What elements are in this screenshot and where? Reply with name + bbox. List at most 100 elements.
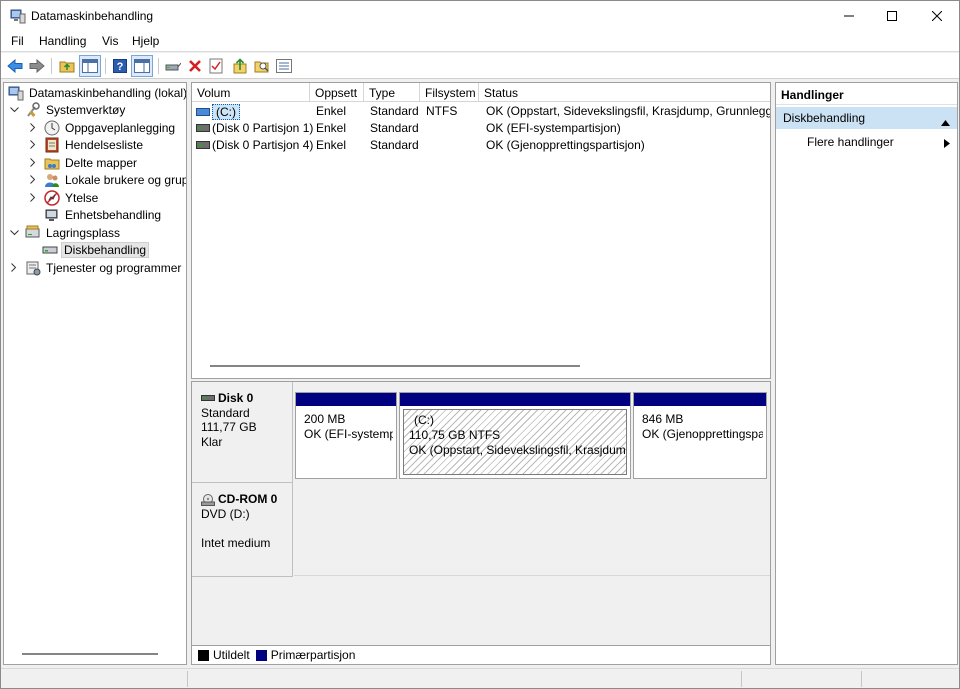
list-view-icon[interactable] (275, 57, 293, 75)
cdrom-0-media-area (294, 483, 770, 576)
disk-name: CD-ROM 0 (218, 492, 278, 506)
collapse-up-icon[interactable] (941, 115, 950, 129)
chevron-right-icon[interactable] (28, 193, 38, 203)
tree-item-system-tools[interactable]: Systemverktøy (9, 101, 127, 118)
partition-c[interactable]: (C:) 110,75 GB NTFS OK (Oppstart, Sideve… (399, 392, 631, 479)
column-header-type[interactable]: Type (364, 83, 420, 102)
tree-item-storage[interactable]: Lagringsplass (9, 224, 122, 241)
tree-item-root[interactable]: Datamaskinbehandling (lokal) (8, 84, 186, 101)
device-manager-icon (44, 207, 60, 223)
legend: Utildelt Primærpartisjon (191, 645, 771, 665)
close-button[interactable] (914, 1, 960, 31)
tree-item-task-scheduler[interactable]: Oppgaveplanlegging (28, 119, 177, 136)
volume-status: OK (Gjenopprettingspartisjon) (486, 138, 645, 152)
disk-0-info[interactable]: Disk 0 Standard 111,77 GB Klar (192, 382, 293, 483)
clock-icon (44, 120, 60, 136)
disk-kind: Standard (201, 405, 250, 420)
more-actions-item[interactable]: Flere handlinger (807, 135, 894, 149)
volume-icon (196, 141, 210, 149)
delete-icon[interactable] (186, 57, 204, 75)
actions-header: Handlinger (776, 83, 957, 105)
maximize-button[interactable] (869, 1, 915, 31)
submenu-arrow-icon[interactable] (944, 137, 950, 151)
tree-item-shared-folders[interactable]: Delte mapper (28, 154, 139, 171)
legend-unallocated: Utildelt (213, 648, 250, 662)
volume-layout: Enkel (316, 121, 347, 135)
tree-item-disk-management[interactable]: Diskbehandling (42, 241, 150, 258)
chevron-right-icon[interactable] (28, 158, 38, 168)
unallocated-swatch (198, 649, 209, 661)
primary-partition-bar (634, 393, 766, 406)
primary-partition-swatch (255, 649, 267, 661)
partition-recovery[interactable]: 846 MB OK (Gjenopprettingspartisjon) (633, 392, 767, 479)
menu-file[interactable]: Fil (11, 34, 24, 48)
chevron-right-icon[interactable] (28, 140, 38, 150)
users-icon (44, 172, 60, 188)
menu-view[interactable]: Vis (102, 34, 118, 48)
menu-action[interactable]: Handling (39, 34, 86, 48)
partition-status: OK (EFI-systempartisjon) (304, 427, 393, 441)
primary-partition-bar (296, 393, 396, 406)
actions-pane: Handlinger Diskbehandling Flere handling… (775, 82, 958, 665)
column-header-layout[interactable]: Oppsett (310, 83, 364, 102)
chevron-right-icon[interactable] (28, 175, 38, 185)
volume-list: Volum Oppsett Type Filsystem Status (C:)… (191, 82, 771, 379)
center-pane: Volum Oppsett Type Filsystem Status (C:)… (191, 82, 771, 665)
toolbar: ? (1, 53, 959, 79)
chevron-down-icon[interactable] (9, 228, 19, 238)
chevron-right-icon[interactable] (28, 123, 38, 133)
partition-status: OK (Oppstart, Sidevekslingsfil, Krasjdum… (409, 443, 626, 457)
tree-item-device-manager[interactable]: Enhetsbehandling (44, 206, 163, 223)
cdrom-0-info[interactable]: CD-ROM 0 DVD (D:) Intet medium (192, 483, 293, 577)
event-log-icon (44, 137, 60, 153)
help-icon[interactable]: ? (111, 57, 129, 75)
tree-item-local-users[interactable]: Lokale brukere og grupper (28, 171, 186, 188)
tree-horizontal-scrollbar[interactable] (22, 653, 158, 655)
computer-management-icon (8, 85, 24, 101)
partition-efi[interactable]: 200 MB OK (EFI-systempartisjon) (295, 392, 397, 479)
volume-status: OK (Oppstart, Sidevekslingsfil, Krasjdum… (486, 104, 771, 118)
properties-icon[interactable] (207, 57, 225, 75)
title-bar: Datamaskinbehandling (1, 1, 959, 31)
volume-row[interactable]: (Disk 0 Partisjon 4) Enkel Standard OK (… (192, 137, 770, 154)
minimize-button[interactable] (826, 1, 872, 31)
main-window: Datamaskinbehandling Fil Handling Vis Hj… (0, 0, 960, 689)
volume-type: Standard (370, 138, 419, 152)
disk-state: Klar (201, 434, 223, 449)
volume-list-horizontal-scrollbar[interactable] (210, 365, 580, 367)
chevron-right-icon[interactable] (9, 263, 19, 273)
volume-layout: Enkel (316, 104, 347, 118)
menu-help[interactable]: Hjelp (132, 34, 159, 48)
volume-row[interactable]: (C:) Enkel Standard NTFS OK (Oppstart, S… (192, 103, 771, 120)
export-icon[interactable] (231, 57, 249, 75)
disk-drive-icon (42, 242, 58, 258)
tree-item-event-viewer[interactable]: Hendelsesliste (28, 136, 145, 153)
disk-map: Disk 0 Standard 111,77 GB Klar 200 MB OK… (191, 381, 771, 665)
legend-primary: Primærpartisjon (270, 648, 356, 662)
volume-icon (196, 124, 210, 132)
search-folder-icon[interactable] (253, 57, 271, 75)
column-header-volume[interactable]: Volum (192, 83, 310, 102)
tree-item-services-apps[interactable]: Tjenester og programmer (9, 259, 183, 276)
volume-type: Standard (370, 121, 419, 135)
volume-name: (Disk 0 Partisjon 4) (212, 138, 314, 152)
chevron-down-icon[interactable] (9, 105, 19, 115)
connect-drive-icon[interactable] (164, 57, 182, 75)
up-folder-icon[interactable] (58, 57, 76, 75)
column-header-status[interactable]: Status (479, 83, 770, 102)
actions-section-disk-management[interactable]: Diskbehandling (776, 107, 957, 129)
show-hide-tree-icon[interactable] (79, 55, 101, 77)
back-arrow-icon[interactable] (6, 57, 24, 75)
volume-row[interactable]: (Disk 0 Partisjon 1) Enkel Standard OK (… (192, 120, 770, 137)
show-hide-action-pane-icon[interactable] (131, 55, 153, 77)
column-header-filesystem[interactable]: Filsystem (420, 83, 479, 102)
partition-size: 846 MB (642, 412, 684, 426)
disk-drive-icon (201, 393, 215, 403)
svg-text:?: ? (117, 61, 124, 73)
disk-name: Disk 0 (218, 391, 254, 405)
tree-item-performance[interactable]: Ytelse (28, 189, 100, 206)
window-title: Datamaskinbehandling (31, 9, 154, 23)
forward-arrow-icon[interactable] (28, 57, 46, 75)
volume-icon (196, 108, 210, 116)
disk-size: 111,77 GB (201, 420, 257, 434)
